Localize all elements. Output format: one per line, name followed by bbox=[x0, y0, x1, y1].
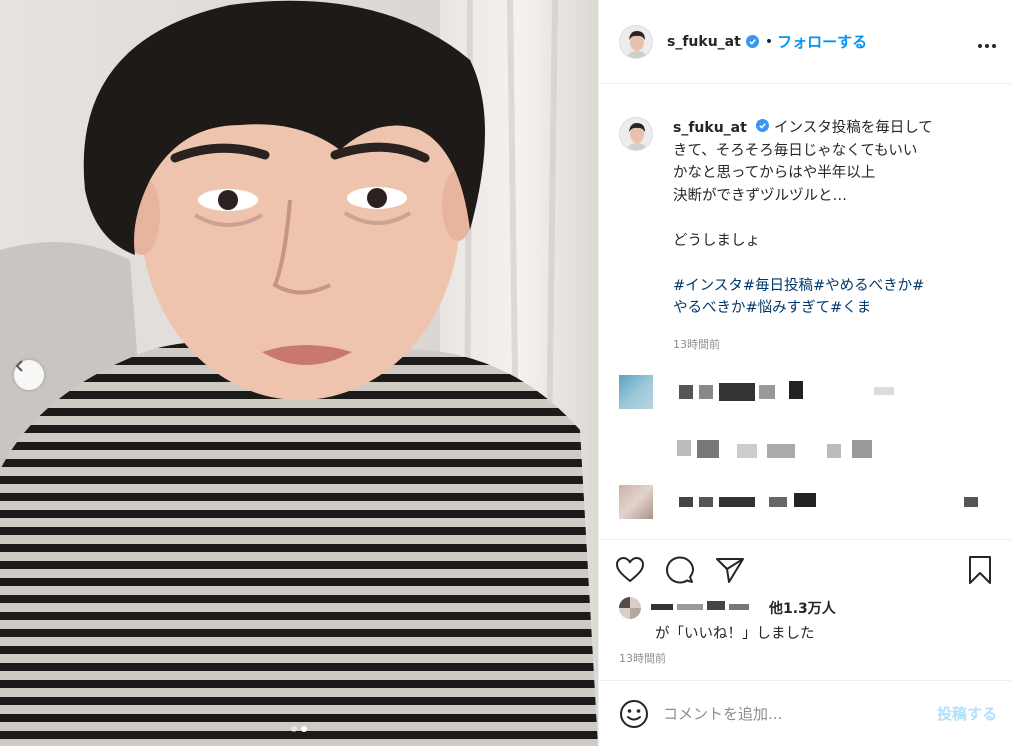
caption-timestamp: 13時間前 bbox=[673, 337, 720, 351]
blurred-text bbox=[789, 381, 803, 399]
avatar-image bbox=[619, 597, 641, 619]
heart-icon bbox=[616, 556, 644, 582]
caption-line: インスタ投稿を毎日して bbox=[774, 120, 933, 136]
verified-badge-icon bbox=[756, 119, 770, 132]
blurred-text bbox=[697, 440, 719, 458]
post-timestamp[interactable]: 13時間前 bbox=[619, 650, 666, 666]
carousel-dot-active bbox=[301, 726, 307, 732]
post-header: s_fuku_at • フォローする bbox=[599, 0, 1011, 84]
chevron-left-icon bbox=[15, 360, 23, 372]
more-options-button[interactable] bbox=[977, 30, 997, 54]
caption-line: かなと思ってからはや半年以上 bbox=[673, 165, 876, 181]
blurred-text bbox=[679, 385, 693, 399]
blurred-text bbox=[874, 387, 894, 395]
blurred-text bbox=[964, 497, 978, 507]
likes-summary: 他1.3万人 が「いいね！」しました bbox=[619, 597, 999, 643]
liked-text: が「いいね！」しました bbox=[655, 626, 815, 642]
caption: s_fuku_at インスタ投稿を毎日して きて、そろそろ毎日じゃなくてもいい … bbox=[599, 85, 1011, 356]
blurred-text bbox=[719, 383, 755, 401]
save-button[interactable] bbox=[963, 553, 997, 587]
follow-button[interactable]: フォローする bbox=[777, 31, 867, 52]
post-side-panel: s_fuku_at • フォローする s_fuku_at インスタ投稿を毎日して… bbox=[598, 0, 1011, 746]
caption-line: きて、そろそろ毎日じゃなくてもいい bbox=[673, 142, 918, 159]
hashtag-line[interactable]: やるべきか#悩みすぎて#くま bbox=[673, 297, 973, 320]
blurred-text bbox=[677, 440, 691, 456]
caption-avatar[interactable] bbox=[619, 117, 653, 151]
comment-icon bbox=[666, 556, 694, 583]
blurred-liker-name bbox=[651, 601, 761, 615]
bookmark-icon bbox=[969, 555, 991, 584]
blurred-text bbox=[767, 444, 795, 458]
blurred-text bbox=[737, 444, 757, 458]
blurred-text bbox=[769, 497, 787, 507]
comment-avatar bbox=[619, 485, 653, 519]
avatar[interactable] bbox=[619, 24, 653, 59]
blurred-text bbox=[827, 444, 841, 458]
comments-scroll-area[interactable]: s_fuku_at インスタ投稿を毎日して きて、そろそろ毎日じゃなくてもいい … bbox=[599, 85, 1011, 539]
likes-count[interactable]: 他1.3万人 bbox=[769, 598, 836, 618]
blurred-text bbox=[679, 497, 693, 507]
share-button[interactable] bbox=[713, 553, 747, 587]
avatar-image bbox=[620, 25, 652, 58]
blurred-text bbox=[719, 497, 755, 507]
carousel-indicator bbox=[0, 726, 598, 732]
caption-line: どうしましょ bbox=[673, 232, 760, 249]
liker-avatar[interactable] bbox=[619, 597, 641, 619]
post-photo[interactable] bbox=[0, 0, 598, 746]
verified-badge-icon bbox=[745, 35, 759, 48]
blurred-comment bbox=[619, 375, 999, 435]
photo-illustration bbox=[0, 0, 598, 746]
blurred-text bbox=[699, 385, 713, 399]
blurred-text bbox=[852, 440, 872, 458]
post-actions bbox=[599, 539, 1011, 599]
caption-line: 決断ができずヅルヅルと… bbox=[673, 187, 847, 204]
blurred-comment bbox=[619, 485, 999, 535]
blurred-reply bbox=[677, 440, 977, 470]
caption-body: s_fuku_at インスタ投稿を毎日して きて、そろそろ毎日じゃなくてもいい … bbox=[673, 117, 973, 356]
blurred-text bbox=[699, 497, 713, 507]
comment-avatar bbox=[619, 375, 653, 409]
comment-input[interactable] bbox=[663, 704, 937, 723]
smiley-icon[interactable] bbox=[619, 699, 649, 729]
separator-dot: • bbox=[764, 33, 774, 50]
paper-plane-icon bbox=[716, 557, 744, 583]
hashtag-line[interactable]: #インスタ#毎日投稿#やめるべきか# bbox=[673, 275, 973, 298]
avatar-image bbox=[620, 118, 652, 150]
more-options-icon bbox=[978, 43, 996, 48]
username-link[interactable]: s_fuku_at bbox=[667, 34, 741, 50]
carousel-dot bbox=[291, 726, 297, 732]
post-comment-button[interactable]: 投稿する bbox=[937, 703, 997, 724]
prev-image-button[interactable] bbox=[14, 360, 44, 390]
caption-username[interactable]: s_fuku_at bbox=[673, 120, 747, 136]
blurred-text bbox=[794, 493, 816, 507]
blurred-text bbox=[759, 385, 775, 399]
comment-button[interactable] bbox=[663, 553, 697, 587]
comment-form: 投稿する bbox=[599, 680, 1011, 746]
like-button[interactable] bbox=[613, 553, 647, 587]
